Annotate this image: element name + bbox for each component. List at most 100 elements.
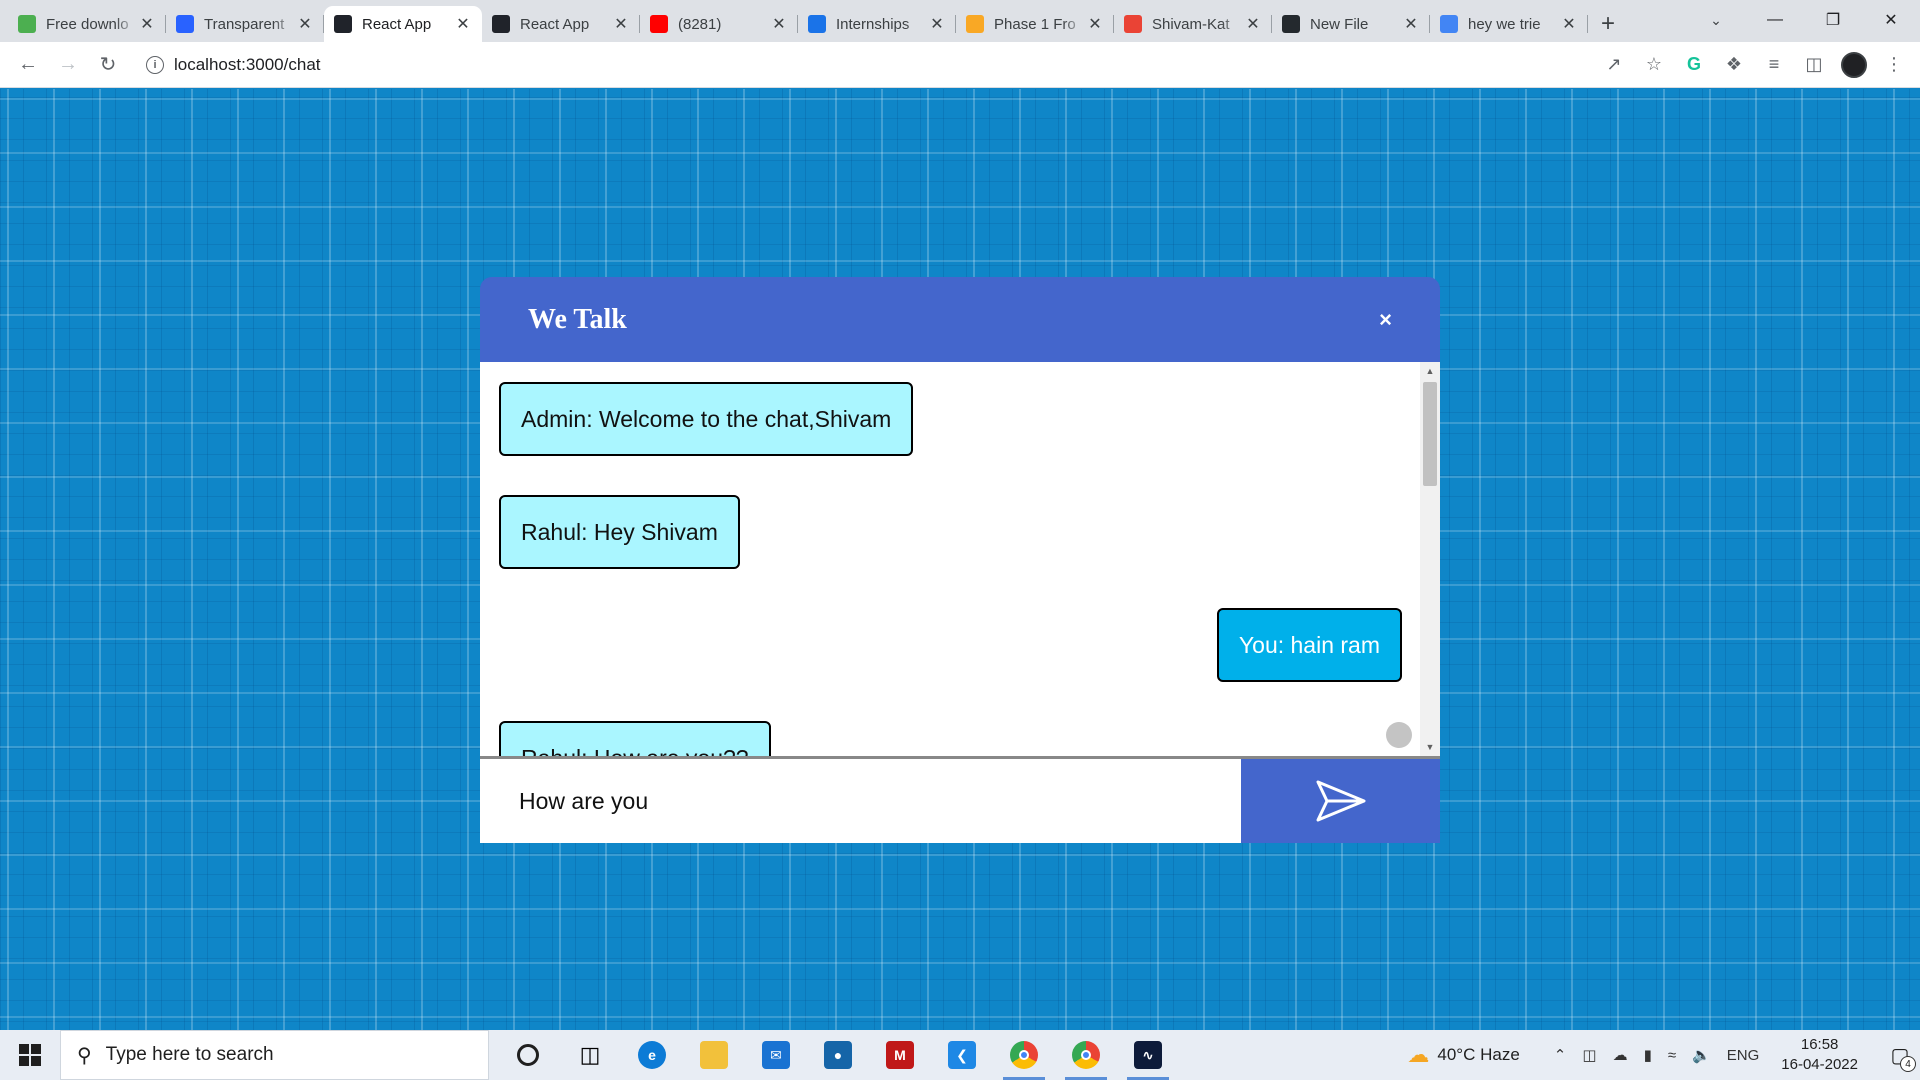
cloud-icon[interactable]: ☁ xyxy=(1613,1046,1628,1064)
tab-title: React App xyxy=(520,15,590,33)
message-bubble: Rahul: Hey Shivam xyxy=(499,495,740,569)
back-icon[interactable]: ← xyxy=(8,47,48,83)
windows-icon xyxy=(19,1044,41,1066)
browser-tab[interactable]: hey we trie ✕ xyxy=(1430,6,1588,42)
chevron-up-icon[interactable]: ⌃ xyxy=(1554,1046,1567,1064)
tab-close-icon[interactable]: ✕ xyxy=(928,15,946,33)
start-button[interactable] xyxy=(0,1030,60,1080)
chat-header: We Talk × xyxy=(480,277,1440,362)
restore-icon[interactable]: ❐ xyxy=(1804,0,1862,40)
extensions-icon[interactable]: ❖ xyxy=(1716,47,1752,83)
minimize-icon[interactable]: — xyxy=(1746,0,1804,40)
browser-tab[interactable]: (8281) ✕ xyxy=(640,6,798,42)
mail-icon[interactable]: ✉ xyxy=(745,1030,807,1080)
search-placeholder: Type here to search xyxy=(105,1044,274,1065)
notification-badge: 4 xyxy=(1900,1056,1916,1072)
profile-avatar[interactable] xyxy=(1836,47,1872,83)
edge-icon[interactable]: e xyxy=(621,1030,683,1080)
tab-title: Internships xyxy=(836,15,910,33)
grammarly-icon[interactable]: G xyxy=(1676,47,1712,83)
tab-close-icon[interactable]: ✕ xyxy=(1244,15,1262,33)
browser-tab[interactable]: Free downlo ✕ xyxy=(8,6,166,42)
message-input[interactable] xyxy=(480,759,1241,843)
window-close-icon[interactable]: ✕ xyxy=(1862,0,1920,40)
scroll-down-icon[interactable]: ▼ xyxy=(1420,738,1440,756)
mcafee-icon[interactable]: M xyxy=(869,1030,931,1080)
scroll-up-icon[interactable]: ▲ xyxy=(1420,362,1440,380)
task-view-icon[interactable]: ◫ xyxy=(559,1030,621,1080)
volume-icon[interactable]: 🔈 xyxy=(1692,1046,1711,1064)
new-tab-button[interactable]: + xyxy=(1588,6,1628,42)
reload-icon[interactable]: ↻ xyxy=(88,47,128,83)
messages-panel[interactable]: Admin: Welcome to the chat,Shivam Rahul:… xyxy=(480,362,1440,756)
pinned-apps: ◫ e ✉ ● M ❮ ∿ xyxy=(497,1030,1179,1080)
tab-close-icon[interactable]: ✕ xyxy=(454,15,472,33)
menu-kebab-icon[interactable]: ⋮ xyxy=(1876,47,1912,83)
send-button[interactable] xyxy=(1241,759,1440,843)
tab-search-icon[interactable]: ⌄ xyxy=(1702,8,1730,32)
page-background: We Talk × Admin: Welcome to the chat,Shi… xyxy=(0,89,1920,1030)
tab-strip: Free downlo ✕ Transparent ✕ React App ✕ React … xyxy=(0,6,1588,42)
chrome-icon[interactable] xyxy=(1055,1030,1117,1080)
url-text: localhost:3000/chat xyxy=(174,54,321,74)
wifi-icon[interactable]: ≈ xyxy=(1668,1047,1676,1064)
browser-tab[interactable]: React App ✕ xyxy=(324,6,482,42)
weather-icon: ☁ xyxy=(1407,1042,1430,1067)
messages-scrollbar[interactable]: ▲ ▼ xyxy=(1420,362,1440,756)
tab-close-icon[interactable]: ✕ xyxy=(1086,15,1104,33)
message-bubble-own: You: hain ram xyxy=(1216,608,1402,682)
browser-tab[interactable]: React App ✕ xyxy=(482,6,640,42)
tab-close-icon[interactable]: ✕ xyxy=(138,15,156,33)
scroll-indicator xyxy=(1386,722,1412,748)
tab-bar: Free downlo ✕ Transparent ✕ React App ✕ React … xyxy=(0,0,1920,42)
side-panel-icon[interactable]: ◫ xyxy=(1796,47,1832,83)
site-info-icon[interactable]: i xyxy=(146,55,164,74)
tab-title: Free downlo xyxy=(46,15,129,33)
clock-time: 16:58 xyxy=(1800,1036,1839,1053)
tab-close-icon[interactable]: ✕ xyxy=(1560,15,1578,33)
youtube-icon xyxy=(650,15,668,33)
tab-title: React App xyxy=(362,15,432,33)
scrollbar-thumb[interactable] xyxy=(1423,382,1437,486)
tab-close-icon[interactable]: ✕ xyxy=(1402,15,1420,33)
react-icon xyxy=(492,15,510,33)
address-bar[interactable]: i localhost:3000/chat xyxy=(136,46,1584,83)
chat-window: We Talk × Admin: Welcome to the chat,Shi… xyxy=(480,277,1440,843)
language-indicator[interactable]: ENG xyxy=(1727,1047,1760,1064)
battery-icon[interactable]: ▮ xyxy=(1644,1046,1652,1064)
message-list: Admin: Welcome to the chat,Shivam Rahul:… xyxy=(480,362,1420,756)
browser-tab[interactable]: Internships ✕ xyxy=(798,6,956,42)
browser-tab[interactable]: New File ✕ xyxy=(1272,6,1430,42)
chrome-icon[interactable] xyxy=(993,1030,1055,1080)
close-button[interactable]: × xyxy=(1379,307,1392,333)
app-icon[interactable]: ∿ xyxy=(1117,1030,1179,1080)
gmail-icon xyxy=(1124,15,1142,33)
tab-title: Shivam-Kat xyxy=(1152,15,1230,33)
tab-title: Transparent xyxy=(204,15,285,33)
tt-icon xyxy=(176,15,194,33)
file-explorer-icon[interactable] xyxy=(683,1030,745,1080)
clock[interactable]: 16:58 16-04-2022 xyxy=(1781,1035,1858,1075)
cortana-icon[interactable] xyxy=(497,1030,559,1080)
tab-separator xyxy=(1587,15,1588,33)
browser-toolbar: ← → ↻ i localhost:3000/chat ↗ ☆ G ❖ ≡ ◫ … xyxy=(0,42,1920,88)
share-icon[interactable]: ↗ xyxy=(1596,47,1632,83)
github-icon xyxy=(1282,15,1300,33)
tab-close-icon[interactable]: ✕ xyxy=(770,15,788,33)
tab-close-icon[interactable]: ✕ xyxy=(296,15,314,33)
device-icon[interactable]: ◫ xyxy=(1582,1046,1596,1064)
leaf-icon xyxy=(18,15,36,33)
bookmark-star-icon[interactable]: ☆ xyxy=(1636,47,1672,83)
tab-title: Phase 1 Fro xyxy=(994,15,1076,33)
tab-close-icon[interactable]: ✕ xyxy=(612,15,630,33)
forward-icon[interactable]: → xyxy=(48,47,88,83)
browser-tab[interactable]: Transparent ✕ xyxy=(166,6,324,42)
taskbar-search[interactable]: ⚲ Type here to search xyxy=(60,1030,489,1080)
dell-icon[interactable]: ● xyxy=(807,1030,869,1080)
weather-widget[interactable]: ☁ 40°C Haze xyxy=(1407,1042,1519,1068)
vscode-icon[interactable]: ❮ xyxy=(931,1030,993,1080)
notification-center-icon[interactable]: ▢ 4 xyxy=(1880,1030,1920,1080)
reading-list-icon[interactable]: ≡ xyxy=(1756,47,1792,83)
browser-tab[interactable]: Shivam-Kat ✕ xyxy=(1114,6,1272,42)
browser-tab[interactable]: Phase 1 Fro ✕ xyxy=(956,6,1114,42)
